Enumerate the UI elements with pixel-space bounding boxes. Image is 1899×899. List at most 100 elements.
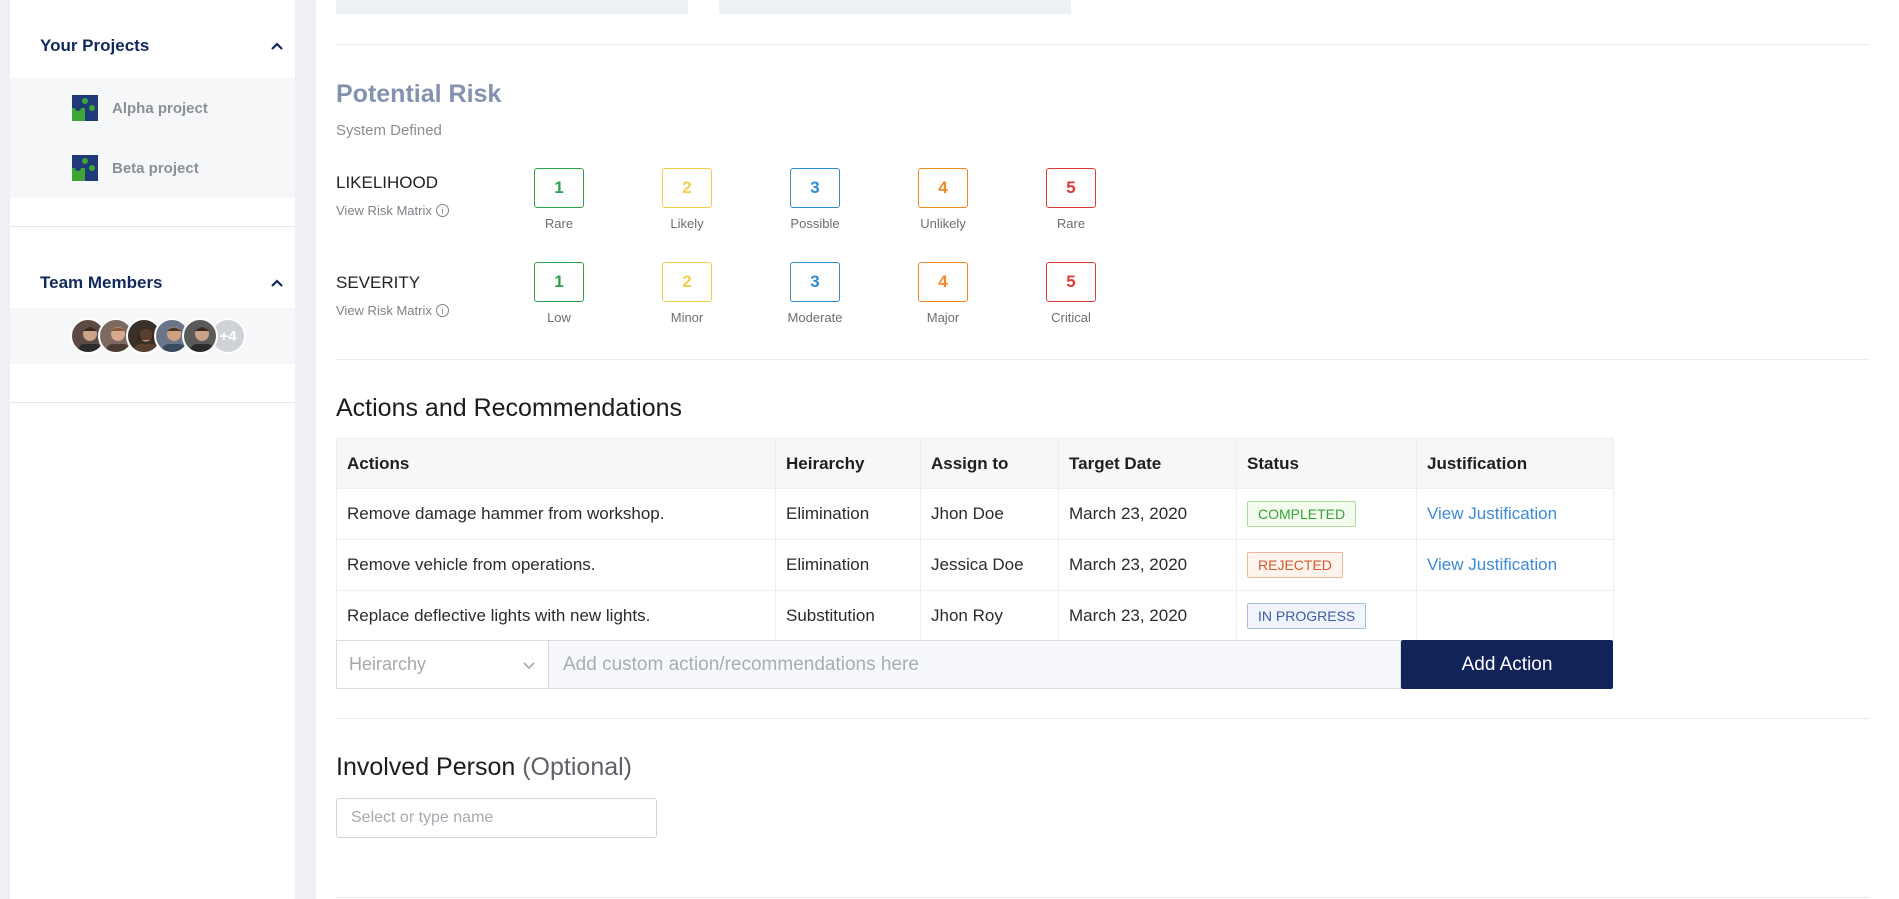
status-badge: IN PROGRESS [1247,603,1367,629]
table-header-row: Actions Heirarchy Assign to Target Date … [336,438,1614,489]
add-action-button[interactable]: Add Action [1401,640,1613,689]
section-divider [336,718,1870,719]
justification-cell: View Justification [1416,488,1614,540]
view-risk-matrix-link[interactable]: View Risk Matrix i [336,203,449,218]
column-header-hierarchy: Heirarchy [775,438,921,489]
date-cell: March 23, 2020 [1058,590,1237,642]
score-caption: Possible [790,216,840,231]
chevron-up-icon[interactable] [270,276,284,290]
score-likelihood-2[interactable]: 2 [662,168,712,208]
custom-action-input[interactable] [549,640,1401,689]
date-cell: March 23, 2020 [1058,539,1237,591]
status-badge: REJECTED [1247,552,1343,578]
action-cell: Remove damage hammer from workshop. [336,488,776,540]
view-risk-matrix-text: View Risk Matrix [336,303,432,318]
sidebar-item-alpha-project[interactable]: Alpha project [10,78,295,138]
score-severity-4[interactable]: 4 [918,262,968,302]
column-header-target-date: Target Date [1058,438,1237,489]
section-divider [336,897,1870,898]
status-cell: IN PROGRESS [1236,590,1417,642]
sidebar-panel: Your Projects Alpha project Beta project… [10,0,295,899]
score-likelihood-4[interactable]: 4 [918,168,968,208]
score-caption: Rare [544,216,574,231]
top-field[interactable] [336,0,688,14]
justification-cell [1416,590,1614,642]
section-divider [336,359,1870,360]
column-header-assign-to: Assign to [920,438,1059,489]
score-likelihood-1[interactable]: 1 [534,168,584,208]
view-risk-matrix-text: View Risk Matrix [336,203,432,218]
risk-title: Potential Risk [336,80,502,108]
team-title: Team Members [40,273,163,292]
likelihood-label: LIKELIHOOD [336,173,439,192]
assignee-cell: Jhon Doe [920,488,1059,540]
date-cell: March 23, 2020 [1058,488,1237,540]
score-caption: Unlikely [920,216,966,231]
actions-table: Actions Heirarchy Assign to Target Date … [336,438,1614,642]
justification-cell: View Justification [1416,539,1614,591]
sidebar: Your Projects Alpha project Beta project… [0,0,296,899]
projects-title: Your Projects [40,36,150,55]
score-caption: Low [547,310,571,325]
projects-list: Alpha project Beta project [10,78,295,198]
view-risk-matrix-link[interactable]: View Risk Matrix i [336,303,449,318]
score-likelihood-3[interactable]: 3 [790,168,840,208]
view-justification-link[interactable]: View Justification [1427,504,1557,523]
table-row: Replace deflective lights with new light… [336,590,1614,642]
actions-title: Actions and Recommendations [336,394,683,422]
involved-person-title: Involved Person (Optional) [336,753,632,782]
hierarchy-select-value: Heirarchy [349,654,427,674]
top-field[interactable] [719,0,1071,14]
puzzle-icon [72,155,98,181]
score-caption: Rare [1056,216,1086,231]
chevron-down-icon [523,661,535,669]
action-cell: Replace deflective lights with new light… [336,590,776,642]
hierarchy-cell: Substitution [775,590,921,642]
hierarchy-select[interactable]: Heirarchy [336,640,549,689]
hierarchy-cell: Elimination [775,488,921,540]
info-icon[interactable]: i [435,204,449,217]
avatar[interactable] [182,318,218,354]
team-avatars: +4 [10,308,295,364]
sidebar-divider [10,402,295,403]
column-header-status: Status [1236,438,1417,489]
score-caption: Moderate [787,310,843,325]
status-cell: REJECTED [1236,539,1417,591]
assignee-cell: Jhon Roy [920,590,1059,642]
score-caption: Major [926,310,960,325]
involved-person-input[interactable] [336,798,657,838]
status-badge: COMPLETED [1247,501,1357,527]
info-icon[interactable]: i [435,304,449,317]
score-severity-1[interactable]: 1 [534,262,584,302]
table-row: Remove damage hammer from workshop. Elim… [336,488,1614,540]
sidebar-item-beta-project[interactable]: Beta project [10,138,295,198]
column-header-actions: Actions [336,438,776,489]
score-severity-2[interactable]: 2 [662,262,712,302]
risk-subtitle: System Defined [336,122,442,139]
score-caption: Minor [670,310,704,325]
view-justification-link[interactable]: View Justification [1427,555,1557,574]
score-caption: Likely [670,216,704,231]
severity-label: SEVERITY [336,273,421,292]
section-divider [336,44,1870,45]
main-content: Potential Risk System Defined LIKELIHOOD… [316,0,1899,899]
action-cell: Remove vehicle from operations. [336,539,776,591]
column-header-justification: Justification [1416,438,1614,489]
optional-label: (Optional) [522,753,632,781]
involved-person-label: Involved Person [336,753,516,781]
sidebar-item-label: Beta project [112,159,199,177]
table-row: Remove vehicle from operations. Eliminat… [336,539,1614,591]
sidebar-item-label: Alpha project [112,99,208,117]
add-action-row: Heirarchy Add Action [336,640,1613,689]
chevron-up-icon[interactable] [270,39,284,53]
score-caption: Critical [1051,310,1091,325]
sidebar-divider [10,226,295,227]
score-severity-3[interactable]: 3 [790,262,840,302]
assignee-cell: Jessica Doe [920,539,1059,591]
status-cell: COMPLETED [1236,488,1417,540]
score-likelihood-5[interactable]: 5 [1046,168,1096,208]
team-header[interactable]: Team Members [40,273,284,293]
score-severity-5[interactable]: 5 [1046,262,1096,302]
projects-header[interactable]: Your Projects [40,36,284,56]
puzzle-icon [72,95,98,121]
